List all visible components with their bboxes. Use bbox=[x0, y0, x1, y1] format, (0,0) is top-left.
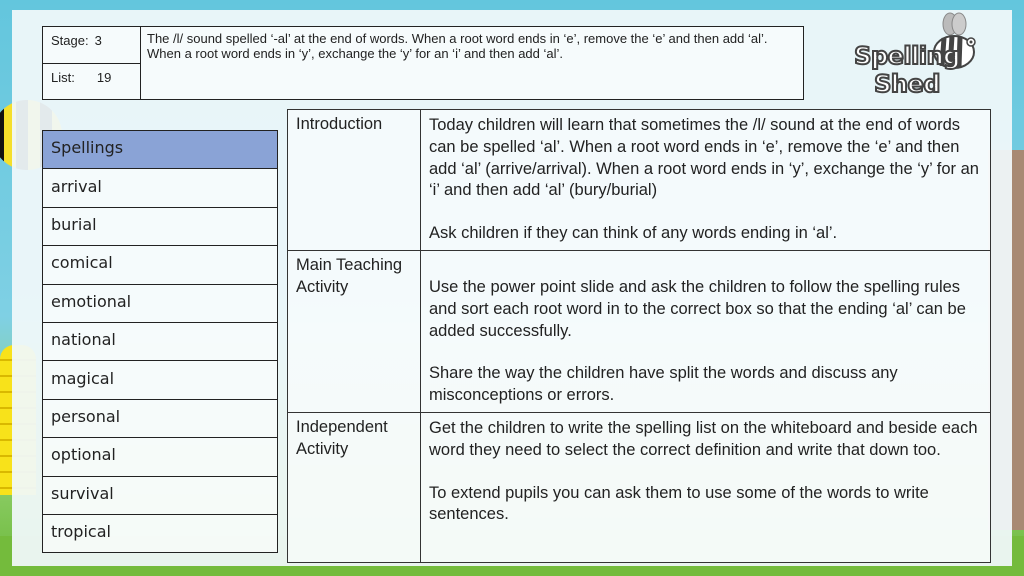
spelling-word: personal bbox=[42, 398, 278, 439]
stage-label: Stage: bbox=[51, 33, 89, 48]
list-cell: List: 19 bbox=[43, 62, 140, 100]
lesson-row-introduction: Introduction Today children will learn t… bbox=[287, 109, 991, 251]
spelling-row: magical bbox=[42, 360, 278, 400]
meta-column: Stage: 3 List: 19 bbox=[43, 27, 141, 99]
row-body: Get the children to write the spelling l… bbox=[420, 411, 991, 564]
spelling-word: tropical bbox=[42, 513, 278, 554]
row-label: Independent Activity bbox=[287, 411, 421, 564]
list-label: List: bbox=[51, 69, 75, 85]
row-label: Main Teaching Activity bbox=[287, 249, 421, 413]
spelling-row: emotional bbox=[42, 283, 278, 323]
spellings-header: Spellings bbox=[42, 129, 278, 170]
spelling-word: emotional bbox=[42, 283, 278, 323]
spelling-row: arrival bbox=[42, 168, 278, 208]
spelling-row: personal bbox=[42, 398, 278, 439]
spelling-rule-text: The /l/ sound spelled ‘-al’ at the end o… bbox=[147, 31, 768, 61]
list-value: 19 bbox=[96, 69, 112, 85]
row-body: Today children will learn that sometimes… bbox=[420, 109, 991, 251]
stage-value: 3 bbox=[94, 33, 102, 48]
lesson-row-independent: Independent Activity Get the children to… bbox=[287, 411, 991, 564]
paragraph: Get the children to write the spelling l… bbox=[429, 418, 978, 459]
spelling-row: optional bbox=[42, 437, 278, 477]
spelling-row: burial bbox=[42, 206, 278, 247]
spelling-word: burial bbox=[42, 206, 278, 247]
lesson-plan-table: Introduction Today children will learn t… bbox=[287, 109, 991, 564]
spelling-word: survival bbox=[42, 475, 278, 515]
paragraph: Today children will learn that sometimes… bbox=[429, 116, 979, 200]
spellings-table: Spellings arrival burial comical emotional n… bbox=[42, 129, 278, 554]
spelling-word: arrival bbox=[42, 168, 278, 208]
row-body: Use the power point slide and ask the ch… bbox=[420, 249, 991, 413]
spelling-word: national bbox=[42, 321, 278, 362]
spelling-row: comical bbox=[42, 245, 278, 285]
spelling-row: national bbox=[42, 321, 278, 362]
paragraph: To extend pupils you can ask them to use… bbox=[429, 483, 929, 524]
spelling-word: comical bbox=[42, 245, 278, 285]
stage-cell: Stage: 3 bbox=[43, 27, 140, 63]
paragraph: Share the way the children have split th… bbox=[429, 364, 898, 405]
spelling-word: magical bbox=[42, 360, 278, 400]
spellings-header-row: Spellings bbox=[42, 129, 278, 170]
lesson-row-main-teaching: Main Teaching Activity Use the power poi… bbox=[287, 249, 991, 413]
paragraph: Ask children if they can think of any wo… bbox=[429, 224, 838, 243]
logo-text: Spelling Shed bbox=[853, 41, 961, 99]
lesson-header: Stage: 3 List: 19 The /l/ sound spelled ‘-… bbox=[42, 26, 804, 100]
spelling-word: optional bbox=[42, 437, 278, 477]
row-label: Introduction bbox=[287, 109, 421, 251]
paragraph: Use the power point slide and ask the ch… bbox=[429, 277, 966, 340]
spelling-row: tropical bbox=[42, 513, 278, 554]
spelling-shed-logo: Spelling Shed bbox=[822, 12, 992, 102]
spelling-row: survival bbox=[42, 475, 278, 515]
